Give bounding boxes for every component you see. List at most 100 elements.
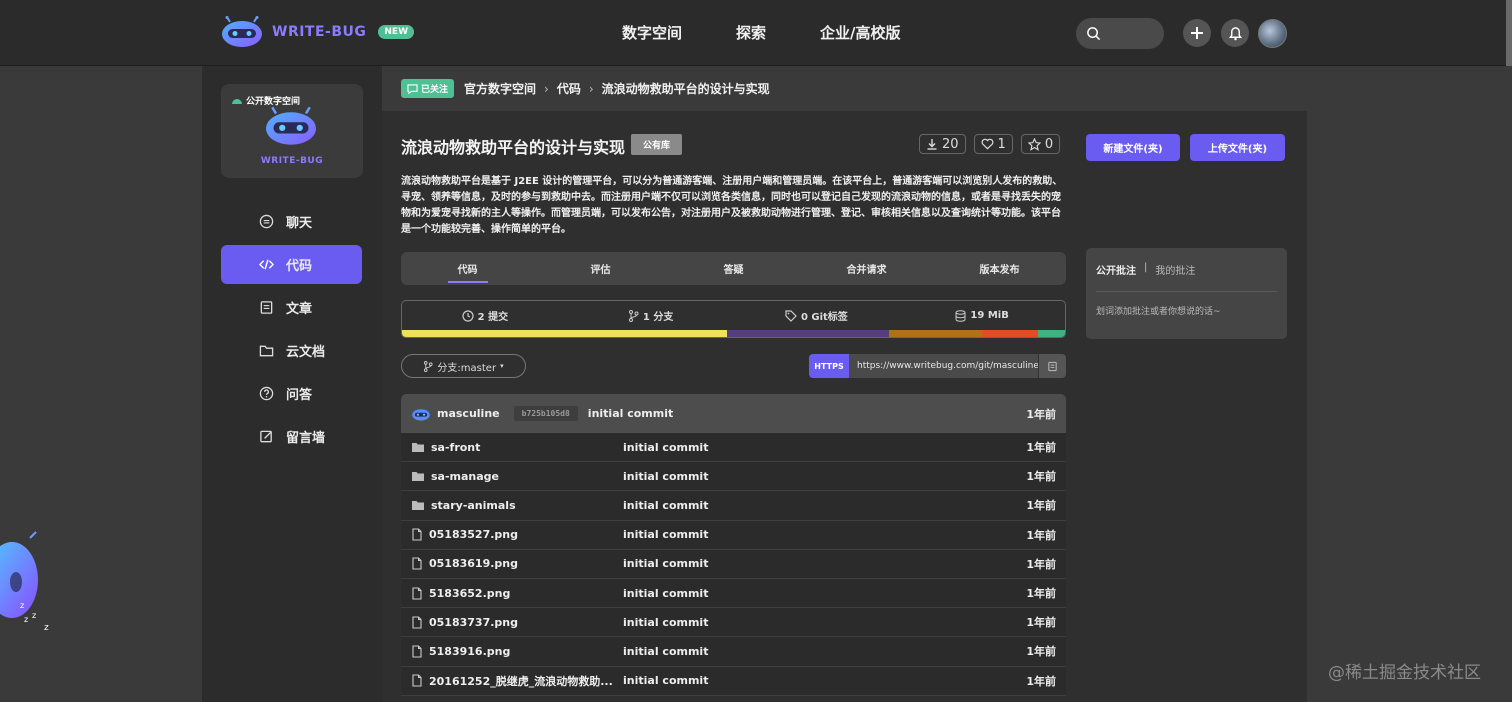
brand[interactable]: WRITE-BUG NEW: [220, 16, 414, 48]
android-icon: [232, 99, 242, 104]
folder-icon: [412, 501, 424, 511]
tab-code[interactable]: 代码: [401, 252, 534, 285]
caret-down-icon: ▾: [500, 362, 504, 370]
size-info: 19 MiB: [899, 309, 1065, 322]
file-commit-message[interactable]: initial commit: [623, 499, 1026, 512]
sidebar-item-qa[interactable]: 问答: [221, 374, 362, 413]
file-time: 1年前: [1026, 587, 1056, 601]
space-card[interactable]: 公开数字空间 WRITE-BUG: [221, 84, 363, 178]
commits-count: 2 提交: [477, 312, 509, 323]
table-row[interactable]: 05183527.png initial commit 1年前: [401, 520, 1066, 550]
tab-review[interactable]: 评估: [534, 252, 667, 285]
nav-explore[interactable]: 探索: [736, 22, 766, 43]
tab-my-annotations[interactable]: 我的批注: [1155, 262, 1195, 277]
copy-button[interactable]: [1038, 354, 1066, 378]
star-icon: [1027, 137, 1041, 151]
sidebar-item-code[interactable]: 代码: [221, 245, 362, 284]
file-name[interactable]: 20161252_脱继虎_流浪动物救助...: [411, 673, 623, 689]
file-name[interactable]: stary-animals: [411, 499, 623, 512]
star-count: 0: [1044, 136, 1054, 152]
sidebar-item-label: 云文档: [286, 345, 326, 360]
repo-size: 19 MiB: [970, 310, 1009, 321]
file-name[interactable]: sa-front: [411, 441, 623, 454]
star-button[interactable]: 0: [1020, 134, 1061, 154]
chat-icon: [259, 214, 274, 229]
file-name[interactable]: 05183619.png: [411, 557, 623, 570]
follow-button[interactable]: 已关注: [401, 79, 455, 98]
top-navbar: WRITE-BUG NEW 数字空间 探索 企业/高校版: [0, 0, 1512, 66]
nav-digital-space[interactable]: 数字空间: [622, 22, 682, 43]
tab-public-annotations[interactable]: 公开批注: [1096, 262, 1136, 277]
file-name[interactable]: 5183652.png: [411, 587, 623, 600]
table-row[interactable]: sa-manage initial commit 1年前: [401, 462, 1066, 492]
table-row[interactable]: 20161252_脱继虎_流浪动物救助... initial commit 1年前: [401, 666, 1066, 696]
file-time: 1年前: [1026, 528, 1056, 542]
commit-author[interactable]: masculine: [437, 407, 500, 420]
nav-enterprise[interactable]: 企业/高校版: [820, 22, 900, 43]
file-commit-message[interactable]: initial commit: [623, 674, 1026, 687]
like-count: 1: [997, 136, 1006, 152]
folder-icon: [412, 443, 424, 453]
create-button[interactable]: [1183, 19, 1211, 47]
file-commit-message[interactable]: initial commit: [623, 557, 1026, 570]
mascot-robot-icon[interactable]: z z z z: [0, 530, 60, 640]
branch-select[interactable]: 分支:master ▾: [401, 354, 526, 378]
sidebar-item-label: 留言墙: [286, 431, 326, 446]
main-nav: 数字空间 探索 企业/高校版: [622, 22, 901, 43]
space-robot-icon: [266, 106, 316, 145]
protocol-select[interactable]: HTTPS: [809, 354, 849, 378]
table-row[interactable]: 05183619.png initial commit 1年前: [401, 549, 1066, 579]
file-name[interactable]: sa-manage: [411, 470, 623, 483]
branches-link[interactable]: 1 分支: [568, 308, 734, 323]
language-segment: [726, 330, 890, 337]
folder-icon: [412, 472, 424, 482]
tab-merge-requests[interactable]: 合并请求: [800, 252, 933, 285]
sidebar-item-label: 文章: [286, 302, 313, 317]
table-row[interactable]: 5183916.png initial commit 1年前: [401, 637, 1066, 667]
user-avatar[interactable]: [1258, 19, 1287, 48]
clone-url-input[interactable]: https://www.writebug.com/git/masculine: [849, 354, 1038, 378]
table-row[interactable]: stary-animals initial commit 1年前: [401, 491, 1066, 521]
file-name[interactable]: 05183527.png: [411, 528, 623, 541]
tags-link[interactable]: 0 Git标签: [734, 308, 900, 323]
like-button[interactable]: 1: [973, 134, 1013, 154]
branch-icon: [628, 309, 639, 322]
sidebar-item-message-wall[interactable]: 留言墙: [221, 417, 362, 456]
scrollbar[interactable]: [1506, 0, 1512, 66]
breadcrumb-space[interactable]: 官方数字空间: [464, 80, 536, 97]
robot-logo-icon: [222, 16, 262, 47]
file-commit-message[interactable]: initial commit: [623, 470, 1026, 483]
commit-hash[interactable]: b725b105d8: [513, 406, 578, 421]
file-commit-message[interactable]: initial commit: [623, 587, 1026, 600]
download-button[interactable]: 20: [919, 134, 966, 154]
tab-qa[interactable]: 答疑: [667, 252, 800, 285]
table-row[interactable]: 05183737.png initial commit 1年前: [401, 608, 1066, 638]
edit-icon: [260, 430, 272, 443]
clock-icon: [462, 309, 474, 322]
upload-file-button[interactable]: 上传文件(夹): [1190, 134, 1285, 161]
sidebar-item-chat[interactable]: 聊天: [221, 202, 362, 241]
table-row[interactable]: sa-front initial commit 1年前: [401, 433, 1066, 463]
commit-message[interactable]: initial commit: [588, 407, 673, 420]
file-name-text: stary-animals: [431, 498, 516, 512]
breadcrumb-code[interactable]: 代码: [557, 80, 581, 97]
file-time: 1年前: [1026, 441, 1056, 455]
tab-releases[interactable]: 版本发布: [933, 252, 1066, 285]
file-name[interactable]: 05183737.png: [411, 616, 623, 629]
file-commit-message[interactable]: initial commit: [623, 528, 1026, 541]
sidebar-item-article[interactable]: 文章: [221, 288, 362, 327]
sidebar-item-cloud-docs[interactable]: 云文档: [221, 331, 362, 370]
branch-icon: [424, 360, 433, 372]
file-commit-message[interactable]: initial commit: [623, 441, 1026, 454]
file-commit-message[interactable]: initial commit: [623, 645, 1026, 658]
breadcrumb-repo[interactable]: 流浪动物救助平台的设计与实现: [602, 80, 770, 97]
file-name[interactable]: 5183916.png: [411, 645, 623, 658]
search-box[interactable]: [1076, 18, 1164, 49]
language-segment: [402, 330, 727, 337]
file-commit-message[interactable]: initial commit: [623, 616, 1026, 629]
space-tag: 公开数字空间: [231, 94, 300, 107]
commits-link[interactable]: 2 提交: [402, 308, 568, 323]
notifications-button[interactable]: [1221, 19, 1249, 47]
new-file-button[interactable]: 新建文件(夹): [1086, 134, 1180, 161]
table-row[interactable]: 5183652.png initial commit 1年前: [401, 578, 1066, 609]
